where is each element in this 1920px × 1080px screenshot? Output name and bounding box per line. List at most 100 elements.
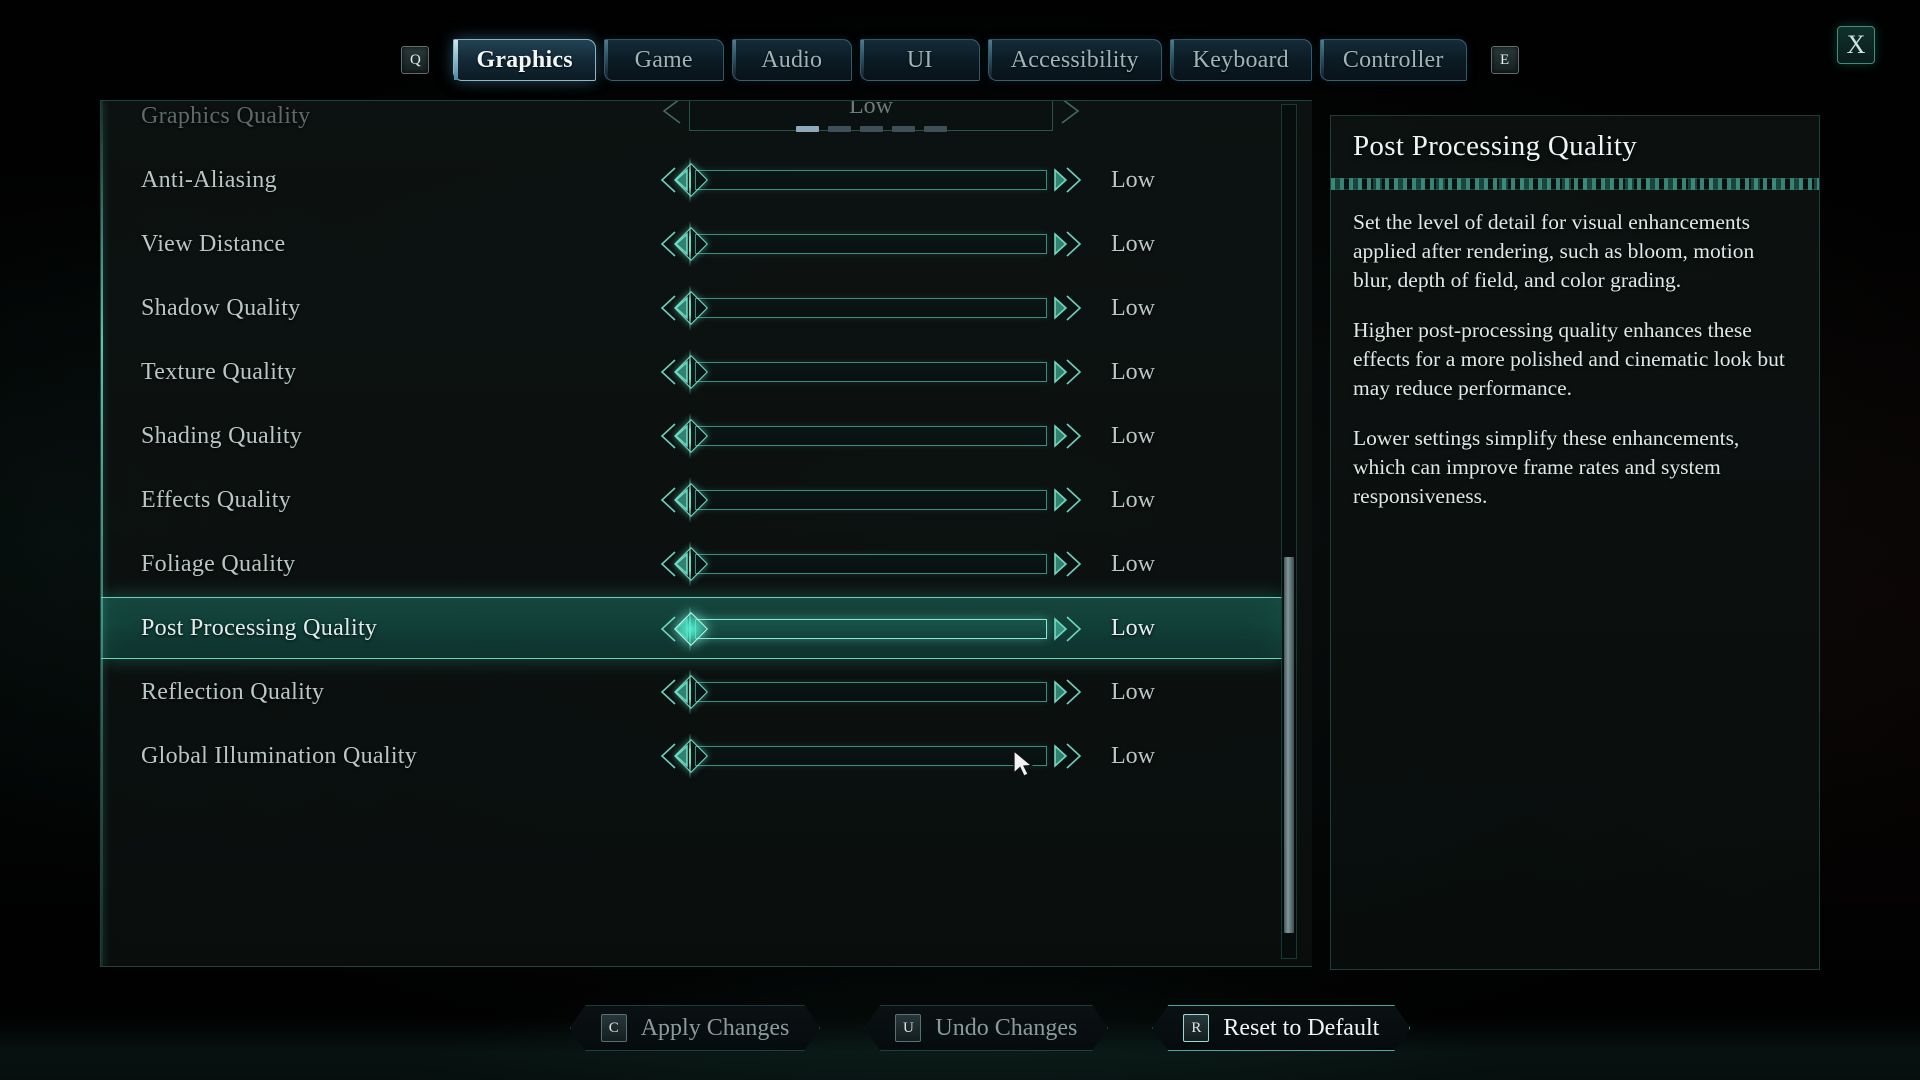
tab-graphics[interactable]: Graphics <box>453 39 596 81</box>
quality-slider[interactable] <box>660 733 1083 779</box>
settings-row[interactable]: Effects Quality Low <box>101 469 1283 531</box>
info-paragraph: Lower settings simplify these enhancemen… <box>1353 426 1740 508</box>
info-panel-body: Set the level of detail for visual enhan… <box>1353 208 1797 532</box>
quality-slider[interactable] <box>660 413 1083 459</box>
slider-track[interactable] <box>695 298 1047 318</box>
action-button-label: Undo Changes <box>935 1014 1078 1041</box>
settings-row[interactable]: Foliage Quality Low <box>101 533 1283 595</box>
slider-increase-chevron-icon[interactable] <box>1053 615 1083 643</box>
slider-track[interactable] <box>695 746 1047 766</box>
tab-keyboard[interactable]: Keyboard <box>1169 39 1312 81</box>
quality-stepper[interactable]: Low <box>661 100 1081 135</box>
slider-increase-chevron-icon[interactable] <box>1053 422 1083 450</box>
settings-row-value: Low <box>1111 550 1155 577</box>
info-panel-title: Post Processing Quality <box>1353 130 1638 162</box>
tab-controller[interactable]: Controller <box>1319 39 1467 81</box>
tabs-container: Graphics Game Audio UI Accessibility Keyboard… <box>453 39 1467 81</box>
settings-row[interactable]: Texture Quality Low <box>101 341 1283 403</box>
quality-slider[interactable] <box>660 669 1083 715</box>
next-tab-key-hint[interactable]: E <box>1490 46 1519 74</box>
info-panel: Post Processing Quality Set the level of… <box>1330 115 1820 970</box>
slider-increase-chevron-icon[interactable] <box>1053 166 1083 194</box>
settings-row[interactable]: View Distance Low <box>101 213 1283 275</box>
settings-list-panel: Graphics Quality Low Anti-Aliasing Low View … <box>100 100 1312 967</box>
settings-row-label: Global Illumination Quality <box>141 742 418 769</box>
settings-scrollbar-thumb[interactable] <box>1284 557 1294 933</box>
settings-row[interactable]: Reflection Quality Low <box>101 661 1283 723</box>
stepper-segments <box>661 126 1081 132</box>
stepper-segment <box>891 126 915 132</box>
settings-row-label: Shadow Quality <box>141 294 301 321</box>
settings-row-label: Effects Quality <box>141 486 292 513</box>
settings-row-label: Foliage Quality <box>141 550 296 577</box>
slider-increase-chevron-icon[interactable] <box>1053 742 1083 770</box>
slider-track[interactable] <box>695 426 1047 446</box>
settings-row[interactable]: Global Illumination Quality Low <box>101 725 1283 787</box>
action-button-label: Reset to Default <box>1223 1014 1380 1041</box>
slider-track[interactable] <box>695 170 1047 190</box>
info-paragraph: Higher post-processing quality enhances … <box>1353 318 1785 400</box>
quality-slider[interactable] <box>660 349 1083 395</box>
settings-row-value: Low <box>1111 742 1155 769</box>
stepper-right-arrow-icon[interactable] <box>1059 100 1081 125</box>
slider-track[interactable] <box>695 362 1047 382</box>
quality-slider[interactable] <box>660 541 1083 587</box>
slider-increase-chevron-icon[interactable] <box>1053 550 1083 578</box>
settings-row-label: Reflection Quality <box>141 678 325 705</box>
settings-row-label: Anti-Aliasing <box>141 166 277 193</box>
quality-slider[interactable] <box>660 285 1083 331</box>
settings-row-value: Low <box>1111 230 1155 257</box>
quality-slider[interactable] <box>660 477 1083 523</box>
settings-rows-viewport: Graphics Quality Low Anti-Aliasing Low View … <box>101 101 1312 966</box>
settings-row-value: Low <box>1111 678 1155 705</box>
slider-track[interactable] <box>695 490 1047 510</box>
tab-ui[interactable]: UI <box>859 39 980 81</box>
tab-audio[interactable]: Audio <box>731 39 852 81</box>
settings-row-label: Post Processing Quality <box>141 614 378 641</box>
slider-track[interactable] <box>695 554 1047 574</box>
slider-track[interactable] <box>695 682 1047 702</box>
undo-changes-button[interactable]: U Undo Changes <box>864 1005 1108 1051</box>
slider-increase-chevron-icon[interactable] <box>1053 358 1083 386</box>
settings-row[interactable]: Shadow Quality Low <box>101 277 1283 339</box>
close-button[interactable]: X <box>1837 26 1875 64</box>
shortcut-key-badge: R <box>1183 1014 1209 1042</box>
settings-row[interactable]: Graphics Quality Low <box>101 100 1283 147</box>
settings-row-label: Shading Quality <box>141 422 303 449</box>
slider-increase-chevron-icon[interactable] <box>1053 294 1083 322</box>
settings-row-value: Low <box>1111 166 1155 193</box>
quality-slider[interactable] <box>660 606 1083 652</box>
settings-row-value: Low <box>1111 614 1155 641</box>
slider-increase-chevron-icon[interactable] <box>1053 230 1083 258</box>
stepper-segment <box>827 126 851 132</box>
slider-track[interactable] <box>695 619 1047 639</box>
shortcut-key-badge: U <box>895 1014 921 1042</box>
reset-to-default-button[interactable]: R Reset to Default <box>1152 1005 1410 1051</box>
shortcut-key-badge: C <box>601 1014 627 1042</box>
stepper-segment <box>859 126 883 132</box>
settings-row[interactable]: Anti-Aliasing Low <box>101 149 1283 211</box>
settings-scrollbar-track[interactable] <box>1281 104 1297 959</box>
stepper-value: Low <box>849 100 893 119</box>
settings-row-label: Graphics Quality <box>141 102 311 129</box>
stepper-segment <box>795 126 819 132</box>
tab-game[interactable]: Game <box>603 39 724 81</box>
settings-row-label: View Distance <box>141 230 286 257</box>
footer-actions: C Apply Changes U Undo Changes R Reset to Def… <box>0 1000 1920 1056</box>
settings-row-value: Low <box>1111 294 1155 321</box>
settings-row-value: Low <box>1111 358 1155 385</box>
slider-increase-chevron-icon[interactable] <box>1053 678 1083 706</box>
settings-row[interactable]: Shading Quality Low <box>101 405 1283 467</box>
quality-slider[interactable] <box>660 221 1083 267</box>
prev-tab-key-hint[interactable]: Q <box>401 46 430 74</box>
settings-row-value: Low <box>1111 422 1155 449</box>
settings-row[interactable]: Post Processing Quality Low <box>101 597 1283 659</box>
slider-track[interactable] <box>695 234 1047 254</box>
stepper-segment <box>923 126 947 132</box>
tab-accessibility[interactable]: Accessibility <box>987 39 1162 81</box>
action-button-label: Apply Changes <box>640 1014 790 1041</box>
apply-changes-button[interactable]: C Apply Changes <box>570 1005 821 1051</box>
slider-increase-chevron-icon[interactable] <box>1053 486 1083 514</box>
settings-tab-bar: Q Graphics Game Audio UI Accessibility Keyboa… <box>0 34 1920 86</box>
quality-slider[interactable] <box>660 157 1083 203</box>
